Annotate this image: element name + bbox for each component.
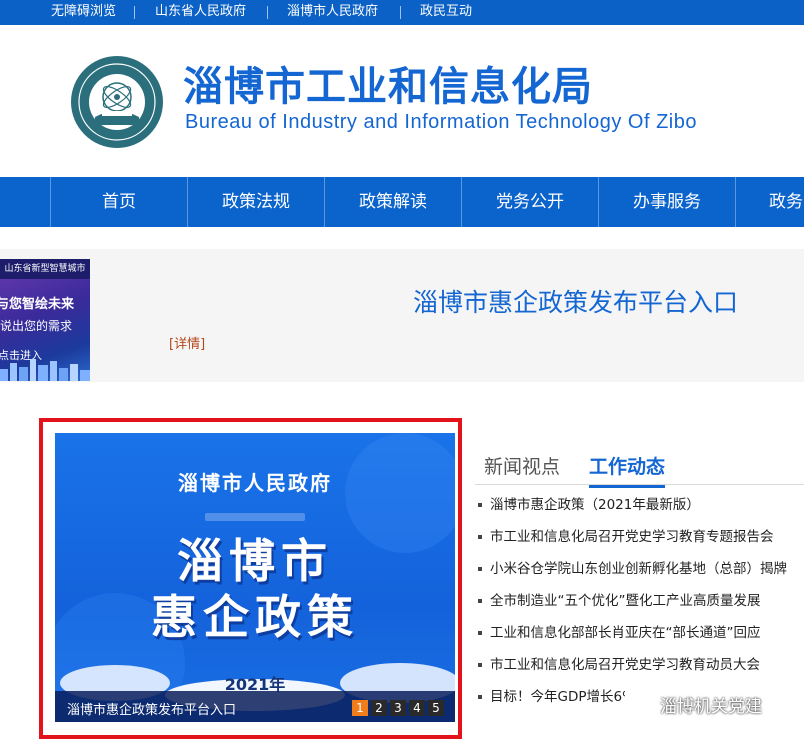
zibo-gov-link[interactable]: 淄博市人民政府 [287, 4, 378, 20]
slide-pager: 12345 [352, 700, 447, 716]
bullet-icon [478, 631, 482, 635]
tab-work-updates[interactable]: 工作动态 [589, 452, 666, 488]
slide-page-5[interactable]: 5 [428, 700, 444, 716]
nav-item-policy-regulations[interactable]: 政策法规 [188, 177, 324, 227]
separator [400, 6, 401, 19]
bullet-icon [478, 535, 482, 539]
news-title[interactable]: 小米谷仓学院山东创业创新孵化基地（总部）揭牌 [490, 561, 787, 577]
bullet-icon [478, 567, 482, 571]
shandong-gov-link[interactable]: 山东省人民政府 [155, 4, 246, 20]
news-title[interactable]: 全市制造业“五个优化”暨化工产业高质量发展 [490, 593, 761, 609]
news-title[interactable]: 市工业和信息化局召开党史学习教育专题报告会 [490, 529, 774, 545]
nav-item-policy-interpretation[interactable]: 政策解读 [325, 177, 461, 227]
bullet-icon [478, 663, 482, 667]
policy-platform-link[interactable]: 淄博市惠企政策发布平台入口 [413, 283, 738, 319]
wechat-icon [622, 694, 650, 715]
slide-page-3[interactable]: 3 [390, 700, 406, 716]
notice-banner: 山东省新型智慧城市 与您智绘未来 说出您的需求 点击进入 [详情] 淄博市惠企政… [0, 249, 804, 382]
tab-news-viewpoint[interactable]: 新闻视点 [484, 452, 560, 479]
top-bar: 无障碍浏览 山东省人民政府 淄博市人民政府 政民互动 [0, 0, 804, 25]
city-skyline-icon [0, 359, 90, 381]
slide-caption-bar: 淄博市惠企政策发布平台入口 12345 [55, 691, 455, 722]
list-item[interactable]: 小米谷仓学院山东创业创新孵化基地（总部）揭牌 [475, 557, 804, 577]
main-nav: 首页 政策法规 政策解读 党务公开 办事服务 政务 [0, 177, 804, 227]
accessibility-link[interactable]: 无障碍浏览 [51, 4, 116, 20]
separator [134, 6, 135, 19]
slide-caption[interactable]: 淄博市惠企政策发布平台入口 [67, 699, 236, 718]
nav-item-home[interactable]: 首页 [51, 177, 187, 227]
news-title[interactable]: 市工业和信息化局召开党史学习教育动员大会 [490, 657, 760, 673]
bullet-icon [478, 503, 482, 507]
bureau-logo-icon[interactable] [70, 55, 164, 149]
promo-subline: 说出您的需求 [0, 319, 73, 333]
list-item[interactable]: 市工业和信息化局召开党史学习教育专题报告会 [475, 525, 804, 545]
site-subtitle: Bureau of Industry and Information Techn… [185, 111, 697, 133]
bullet-icon [478, 599, 482, 603]
promo-header: 山东省新型智慧城市 [0, 259, 90, 279]
news-title[interactable]: 工业和信息化部部长肖亚庆在“部长通道”回应 [490, 625, 761, 641]
site-title: 淄博市工业和信息化局 [183, 64, 593, 110]
promo-headline: 与您智绘未来 [0, 297, 75, 312]
slide-image[interactable]: 淄博市人民政府 淄博市 惠企政策 2021年 淄博市惠企政策发布平台入口 123… [55, 433, 455, 722]
list-item[interactable]: 淄博市惠企政策（2021年最新版） [475, 493, 804, 513]
list-item[interactable]: 工业和信息化部部长肖亚庆在“部长通道”回应 [475, 621, 804, 641]
slide-headline-2: 惠企政策 [151, 590, 359, 644]
nav-item-party-affairs[interactable]: 党务公开 [462, 177, 598, 227]
smart-city-promo[interactable]: 山东省新型智慧城市 与您智绘未来 说出您的需求 点击进入 [0, 259, 90, 381]
detail-link[interactable]: [详情] [169, 333, 205, 352]
nav-item-services[interactable]: 办事服务 [599, 177, 735, 227]
bullet-icon [478, 695, 482, 699]
site-header: 淄博市工业和信息化局 Bureau of Industry and Inform… [0, 25, 804, 177]
watermark-text: 淄博机关党建 [660, 697, 762, 717]
list-item[interactable]: 全市制造业“五个优化”暨化工产业高质量发展 [475, 589, 804, 609]
news-tabs: 新闻视点 工作动态 [475, 446, 804, 488]
news-title[interactable]: 淄博市惠企政策（2021年最新版） [490, 497, 700, 513]
separator [267, 6, 268, 19]
list-item[interactable]: 市工业和信息化局召开党史学习教育动员大会 [475, 653, 804, 673]
slide-page-1[interactable]: 1 [352, 700, 368, 716]
news-title[interactable]: 目标！今年GDP增长6%以上 [490, 689, 625, 705]
interaction-link[interactable]: 政民互动 [420, 4, 472, 20]
slide-top-text: 淄博市人民政府 [178, 471, 332, 495]
list-item[interactable]: 目标！今年GDP增长6%以上 [475, 685, 625, 705]
nav-item-government-affairs[interactable]: 政务 [736, 177, 804, 227]
slide-page-4[interactable]: 4 [409, 700, 425, 716]
slide-page-2[interactable]: 2 [371, 700, 387, 716]
image-slider: 淄博市人民政府 淄博市 惠企政策 2021年 淄博市惠企政策发布平台入口 123… [39, 418, 462, 739]
